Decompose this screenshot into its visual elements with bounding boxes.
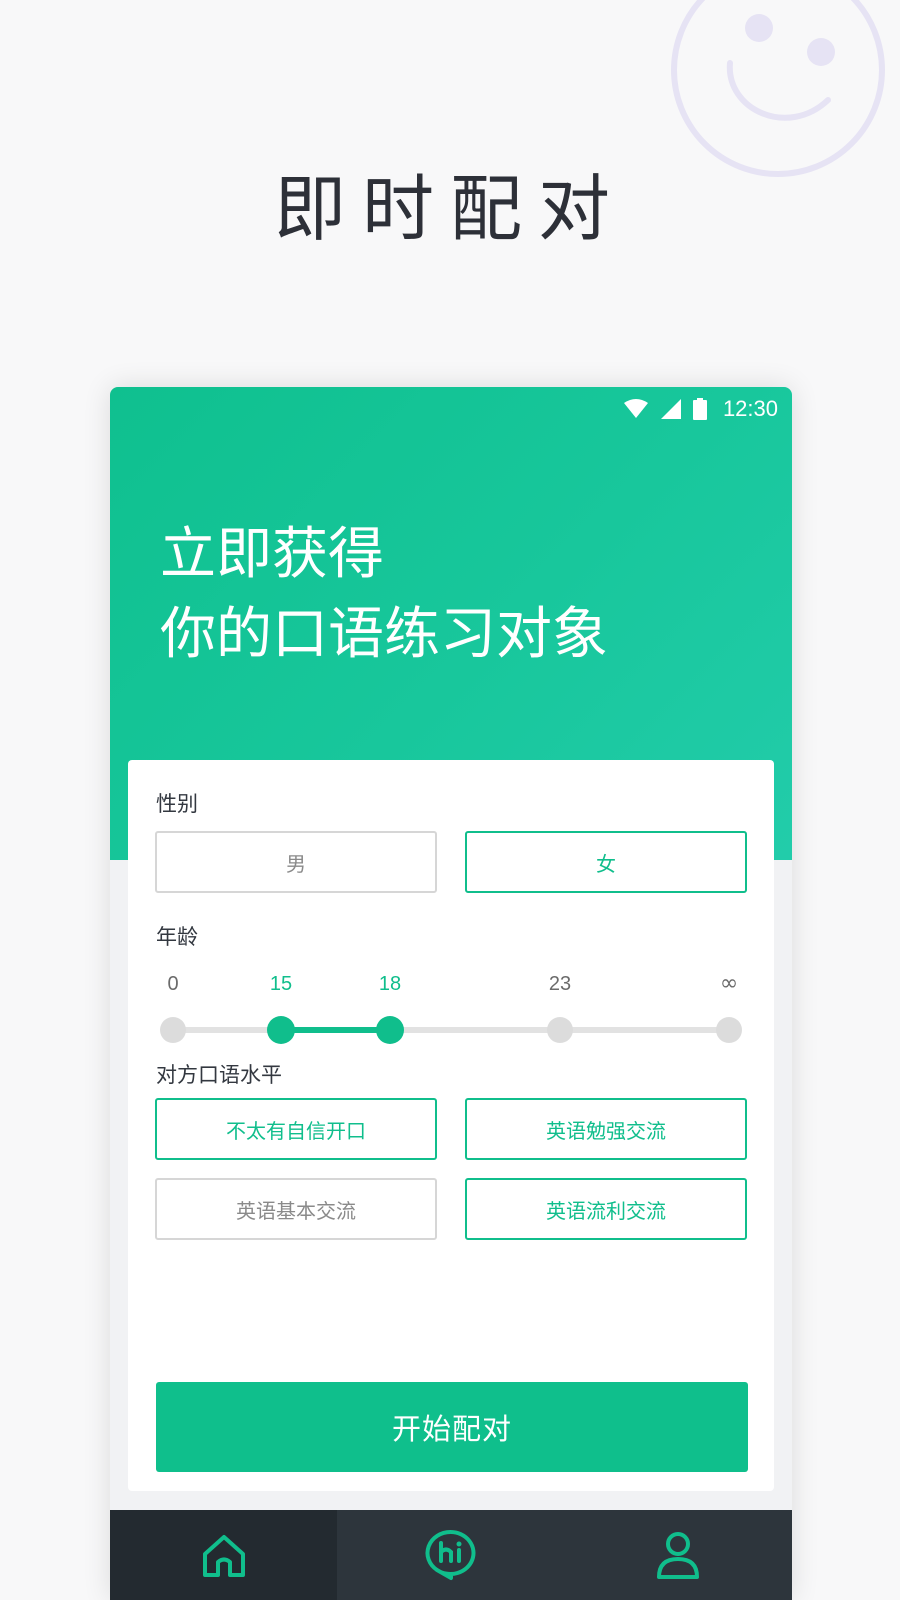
- page-title: 即时配对: [273, 167, 626, 251]
- start-matching-button[interactable]: 开始配对: [156, 1382, 748, 1472]
- age-tick-15: 15: [270, 973, 292, 995]
- level-label: 对方口语水平: [156, 1063, 282, 1087]
- tab-hi-chat[interactable]: [337, 1510, 565, 1600]
- phone-screen: 12:30 立即获得 你的口语练习对象 性别 男 女 年龄 0 15 18 23…: [110, 387, 792, 1600]
- hi-chat-icon: [425, 1529, 476, 1580]
- age-tick-0: 0: [167, 973, 178, 995]
- age-stop-infinity: [716, 1017, 742, 1043]
- match-filter-card: 性别 男 女 年龄 0 15 18 23 ∞ 对方口语水平 不太有自信开口 英语…: [128, 760, 774, 1491]
- status-time: 12:30: [722, 396, 778, 421]
- age-label: 年龄: [156, 925, 198, 949]
- age-tick-infinity: ∞: [720, 971, 738, 996]
- wifi-icon: [623, 399, 648, 418]
- gender-label: 性别: [156, 792, 198, 816]
- status-bar: 12:30: [623, 393, 778, 425]
- hero-text: 立即获得 你的口语练习对象: [160, 515, 608, 675]
- home-icon: [202, 1535, 245, 1577]
- age-stop-0: [160, 1017, 186, 1043]
- gender-option-male[interactable]: 男: [155, 831, 437, 893]
- gender-option-female[interactable]: 女: [465, 831, 747, 893]
- level-option-not-confident[interactable]: 不太有自信开口: [155, 1098, 437, 1160]
- cellular-signal-icon: [660, 399, 681, 419]
- tab-home[interactable]: [110, 1510, 338, 1600]
- user-icon: [657, 1532, 700, 1579]
- battery-icon: [692, 398, 707, 420]
- age-tick-18: 18: [379, 973, 401, 995]
- hero-line-2: 你的口语练习对象: [160, 602, 608, 667]
- age-handle-max[interactable]: [376, 1016, 404, 1044]
- age-handle-min[interactable]: [267, 1016, 295, 1044]
- age-stop-23: [547, 1017, 573, 1043]
- level-option-barely[interactable]: 英语勉强交流: [465, 1098, 747, 1160]
- hero-line-1: 立即获得: [160, 522, 384, 587]
- bottom-tab-bar: [110, 1510, 792, 1600]
- level-option-basic[interactable]: 英语基本交流: [155, 1178, 437, 1240]
- tab-profile[interactable]: [564, 1510, 792, 1600]
- level-option-fluent[interactable]: 英语流利交流: [465, 1178, 747, 1240]
- age-tick-23: 23: [549, 973, 571, 995]
- age-range-slider[interactable]: 0 15 18 23 ∞: [156, 960, 746, 1050]
